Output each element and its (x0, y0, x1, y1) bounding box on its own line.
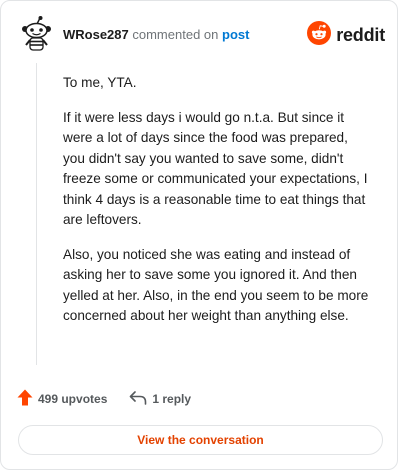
reply-button[interactable]: 1 reply (129, 390, 192, 408)
post-link[interactable]: post (222, 27, 249, 42)
comment-card: WRose287 commented on post reddit To me,… (0, 0, 398, 470)
reddit-wordmark: reddit (336, 25, 385, 45)
comment-author-line: WRose287 commented on post (63, 27, 249, 42)
reddit-brand[interactable]: reddit (307, 21, 385, 50)
commented-on-text: commented on (132, 27, 219, 42)
upvote-button[interactable]: 499 upvotes (17, 389, 107, 409)
comment-paragraph: If it were less days i would go n.t.a. B… (63, 109, 368, 228)
view-conversation-button[interactable]: View the conversation (18, 425, 383, 455)
thread-line (36, 63, 37, 365)
comment-actions: 499 upvotes 1 reply (17, 389, 213, 409)
comment-header: WRose287 commented on post reddit (17, 15, 385, 53)
snoo-avatar-icon[interactable] (17, 15, 55, 53)
reply-count: 1 reply (152, 392, 192, 406)
reddit-logo-icon (307, 21, 332, 50)
upvote-arrow-icon (17, 389, 33, 409)
comment-paragraph: Also, you noticed she was eating and ins… (63, 246, 369, 324)
username-link[interactable]: WRose287 (63, 27, 129, 42)
upvote-count: 499 upvotes (38, 392, 108, 406)
comment-paragraph: To me, YTA. (63, 75, 137, 90)
reply-arrow-icon (129, 390, 147, 408)
comment-body: To me, YTA. If it were less days i would… (63, 73, 373, 341)
